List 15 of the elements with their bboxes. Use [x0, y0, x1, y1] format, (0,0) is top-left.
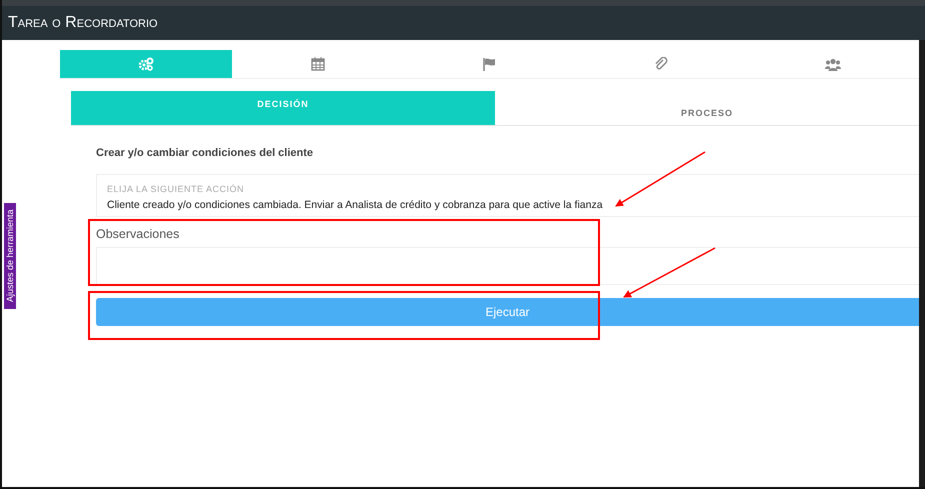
paperclip-icon: [654, 57, 668, 71]
flag-icon: [482, 57, 496, 71]
users-icon: [825, 58, 842, 70]
side-tab[interactable]: Ajustes de herramienta: [4, 203, 16, 309]
section-heading: Crear y/o cambiar condiciones del cliente: [96, 147, 314, 159]
section-tab[interactable]: PROCESO: [495, 91, 919, 125]
field-label: Observaciones: [96, 227, 180, 241]
observations-field[interactable]: [96, 247, 919, 285]
gears-icon: [138, 57, 154, 71]
execute-button[interactable]: Ejecutar: [96, 298, 919, 326]
calendar-icon: [310, 57, 325, 71]
select-value: Cliente creado y/o condiciones cambiada. Enviar a Analista de crédito y cobranza para que active la fianza: [107, 199, 604, 211]
window-title: Tarea o Recordatorio: [8, 14, 158, 32]
select-label: ELIJA LA SIGUIENTE ACCIÓN: [107, 184, 246, 194]
action-select[interactable]: ELIJA LA SIGUIENTE ACCIÓN Cliente creado y/o condiciones cambiada. Enviar a Analista de crédito y cobranza para que active la fianza: [96, 174, 919, 217]
